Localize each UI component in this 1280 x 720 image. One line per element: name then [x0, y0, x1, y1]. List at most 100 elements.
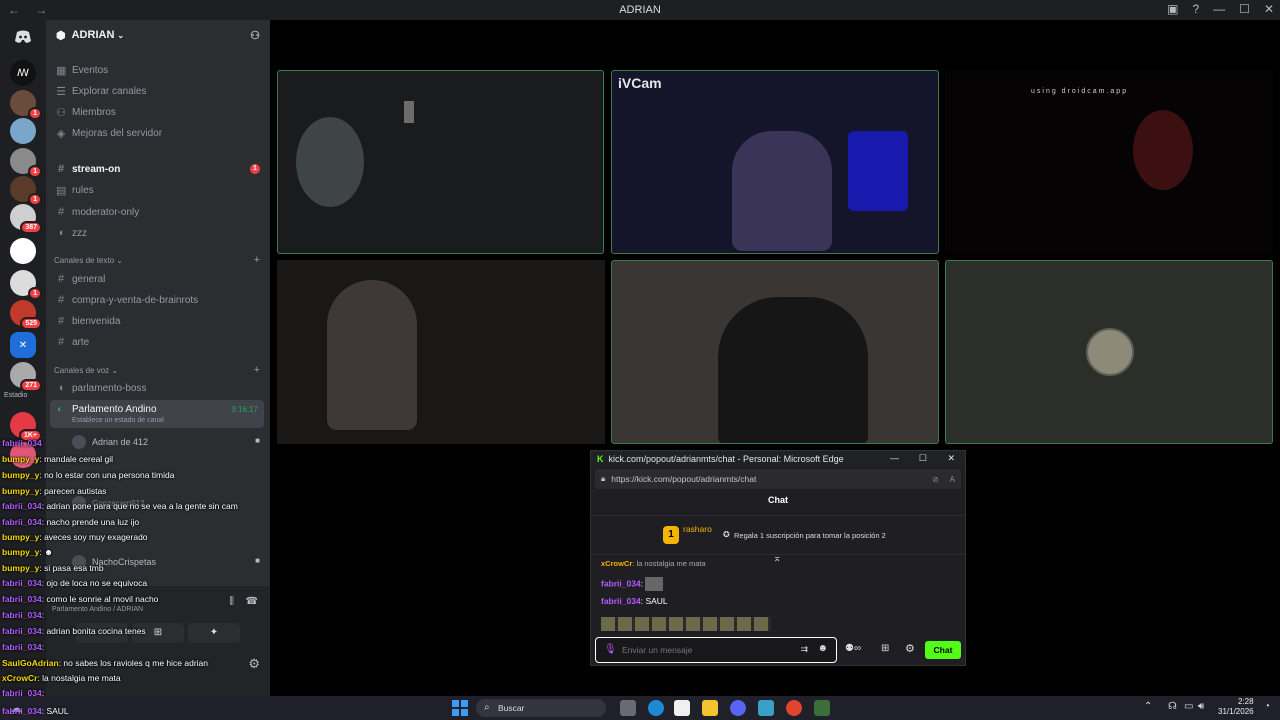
- minimize-button[interactable]: —: [890, 453, 899, 463]
- disconnect-icon[interactable]: ☎: [246, 596, 258, 607]
- server-icon[interactable]: 1: [10, 148, 42, 178]
- file-explorer-icon[interactable]: [702, 700, 718, 716]
- voice-user[interactable]: NachoCrispetas: [72, 555, 156, 569]
- voice-user[interactable]: Adrian de 412: [72, 435, 148, 449]
- store-icon[interactable]: [674, 700, 690, 716]
- close-button[interactable]: ✕: [1264, 2, 1274, 16]
- emoji-icon[interactable]: ☻: [817, 643, 828, 654]
- server-icon[interactable]: 525: [10, 300, 42, 330]
- channel-general[interactable]: # general: [56, 271, 105, 287]
- server-icon[interactable]: 387: [10, 204, 42, 234]
- volume-icon[interactable]: 🔊︎: [1198, 701, 1204, 712]
- notepad-icon[interactable]: [758, 700, 774, 716]
- server-icon[interactable]: [10, 118, 36, 144]
- video-tile[interactable]: [945, 260, 1273, 444]
- chrome-icon[interactable]: [786, 700, 802, 716]
- server-icon[interactable]: ꟿ: [10, 60, 36, 86]
- server-icon[interactable]: ✕: [10, 332, 36, 358]
- camera-button[interactable]: [76, 623, 128, 643]
- server-header[interactable]: ⬢ ADRIAN ⌄ ⚇: [46, 20, 270, 50]
- channel-bienvenida[interactable]: # bienvenida: [56, 313, 120, 329]
- category-voice[interactable]: Canales de voz ⌄: [54, 366, 118, 375]
- edge-icon[interactable]: [648, 700, 664, 716]
- noise-icon[interactable]: ⫼: [229, 596, 234, 607]
- maximize-button[interactable]: ☐: [919, 453, 927, 464]
- leaderboard-row: 1 rasharo ✪ Regala 1 suscripción para to…: [591, 515, 965, 555]
- channel-compra-y-venta[interactable]: # compra-y-venta-de-brainrots: [56, 292, 198, 308]
- clock-date[interactable]: 31/1/2026: [1218, 707, 1254, 716]
- menu-server-boost[interactable]: ◈ Mejoras del servidor: [56, 125, 162, 141]
- server-icon[interactable]: 1K+: [10, 412, 42, 442]
- voice-channel-active[interactable]: ◖ Parlamento Andino 3:16:17 Establece un…: [50, 400, 264, 428]
- video-tile[interactable]: using droidcam.app: [945, 70, 1273, 254]
- network-icon[interactable]: ☊: [1168, 701, 1177, 712]
- activity-button[interactable]: ✦: [188, 623, 240, 643]
- user-panel: Parlamento Andino / ADRIAN ⫼ ☎ ⊞ ✦ ⚙: [46, 586, 270, 696]
- video-tile[interactable]: [611, 260, 939, 444]
- tray-chevron-icon[interactable]: ⌃: [1144, 701, 1152, 712]
- channel-rules[interactable]: ▤ rules: [56, 182, 94, 198]
- inbox-icon[interactable]: ▣: [1167, 2, 1178, 16]
- server-icon[interactable]: 1: [10, 270, 42, 300]
- mic-icon[interactable]: 🎙︎: [604, 644, 617, 655]
- voice-status[interactable]: Establece un estado de canal: [72, 417, 164, 424]
- address-bar[interactable]: 🔒︎ https://kick.com/popout/adrianmts/cha…: [595, 469, 961, 489]
- server-icon[interactable]: [10, 442, 36, 468]
- maximize-button[interactable]: ☐: [1239, 2, 1250, 16]
- camera-icon: ■: [255, 556, 260, 565]
- settings-icon[interactable]: ⚙: [248, 656, 260, 672]
- screen-share-button[interactable]: ⊞: [132, 623, 184, 643]
- settings-icon[interactable]: ⚙: [905, 642, 915, 655]
- server-icon[interactable]: 271: [10, 362, 42, 392]
- video-tile[interactable]: [277, 260, 605, 444]
- menu-members[interactable]: ⚇ Miembros: [56, 104, 116, 120]
- members-icon: ⚇: [56, 106, 66, 119]
- format-icon[interactable]: ⇉: [800, 644, 808, 655]
- channel-arte[interactable]: # arte: [56, 334, 89, 350]
- chevron-down-icon: ⌄: [117, 30, 125, 40]
- help-icon[interactable]: ?: [1192, 2, 1199, 16]
- video-tile[interactable]: iVCam: [611, 70, 939, 254]
- task-view-icon[interactable]: [620, 700, 636, 716]
- chat-input[interactable]: [622, 643, 772, 657]
- notification-icon[interactable]: ◔: [1264, 701, 1270, 712]
- channel-parlamento-boss[interactable]: ◖ parlamento-boss: [56, 380, 147, 396]
- minimize-button[interactable]: —: [1213, 2, 1225, 16]
- gift-box-icon[interactable]: ⊞: [881, 643, 889, 654]
- channel-moderator-only[interactable]: # moderator-only: [56, 204, 139, 220]
- channel-stream-on[interactable]: # stream-on: [56, 161, 120, 177]
- discord-home-icon[interactable]: [10, 24, 36, 50]
- gift-text[interactable]: Regala 1 suscripción para tomar la posic…: [734, 531, 886, 540]
- channel-zzz[interactable]: ◖ zzz: [56, 225, 87, 241]
- category-text[interactable]: Canales de texto ⌄: [54, 256, 123, 265]
- voice-user[interactable]: Gonzacarp912: [72, 496, 144, 510]
- top-user[interactable]: rasharo: [683, 524, 712, 534]
- clock-time[interactable]: 2:28: [1238, 697, 1254, 706]
- close-button[interactable]: ✕: [947, 453, 955, 464]
- server-icon[interactable]: 1: [10, 176, 42, 206]
- read-aloud-icon[interactable]: A: [950, 475, 955, 484]
- tracking-icon[interactable]: ⊘: [932, 475, 939, 484]
- url-text: https://kick.com/popout/adrianmts/chat: [611, 474, 757, 484]
- send-chat-button[interactable]: Chat: [925, 641, 961, 659]
- points-icon[interactable]: ⚉∞: [845, 643, 861, 654]
- server-icon[interactable]: [10, 238, 36, 264]
- overlay-last-line: fabrii_034: SAUL: [2, 706, 69, 716]
- collapse-icon[interactable]: ⌅: [773, 553, 781, 564]
- menu-browse-channels[interactable]: ☰ Explorar canales: [56, 83, 146, 99]
- chat-input-box[interactable]: 🎙︎ ⇉ ☻: [595, 637, 837, 663]
- taskbar-search[interactable]: ⌕ Buscar: [476, 699, 606, 717]
- guild-label: Estadio: [4, 392, 28, 399]
- video-tile[interactable]: [277, 70, 604, 254]
- menu-events[interactable]: ▦ Eventos: [56, 62, 108, 78]
- invite-icon[interactable]: ⚇: [250, 29, 260, 42]
- discord-taskbar-icon[interactable]: [730, 700, 746, 716]
- person-shape: [1133, 110, 1193, 190]
- obs-icon[interactable]: [814, 700, 830, 716]
- server-icon[interactable]: 1: [10, 90, 42, 120]
- add-channel-button[interactable]: +: [254, 254, 260, 266]
- windows-start-icon[interactable]: [452, 700, 468, 716]
- rules-icon: ▤: [56, 184, 67, 197]
- display-icon[interactable]: ▭: [1184, 701, 1193, 712]
- add-voice-channel-button[interactable]: +: [254, 364, 260, 376]
